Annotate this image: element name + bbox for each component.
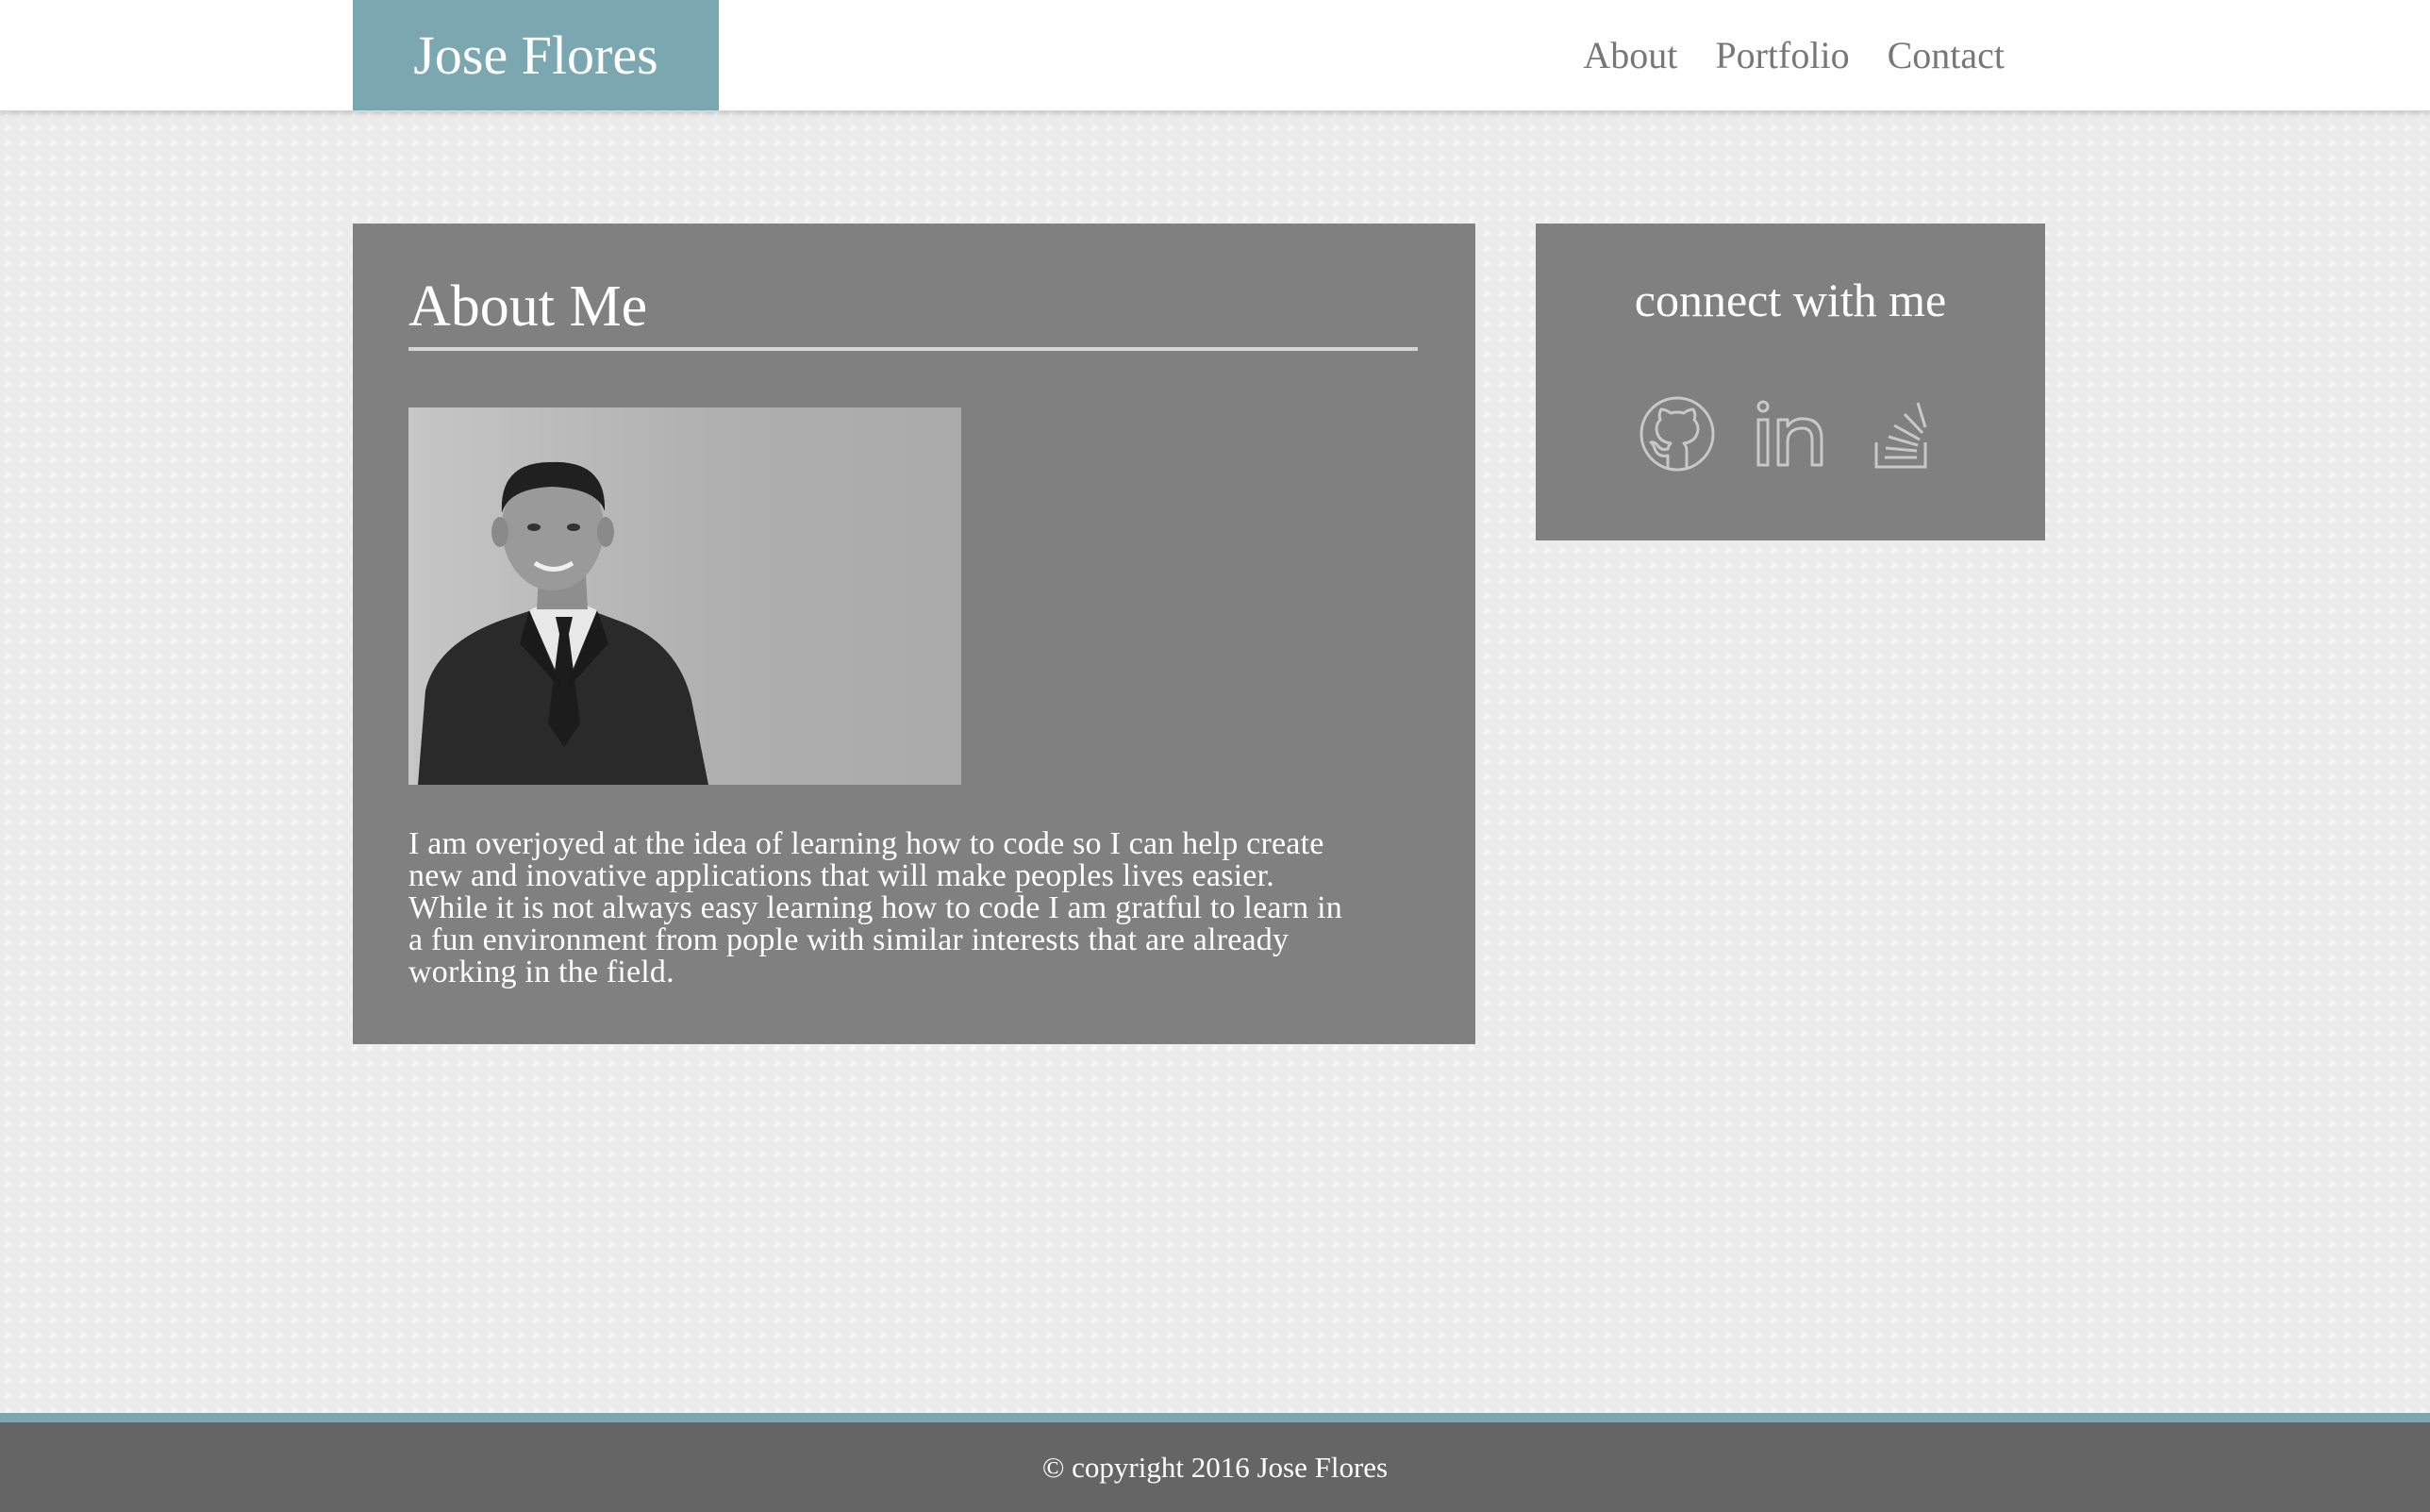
profile-photo-figure [418, 461, 708, 785]
nav-link-about[interactable]: About [1583, 33, 1677, 77]
github-link[interactable] [1637, 393, 1718, 474]
stack-overflow-icon [1874, 402, 1927, 469]
linkedin-link[interactable] [1750, 393, 1831, 474]
about-text: I am overjoyed at the idea of learning h… [408, 826, 1342, 989]
nav-link-portfolio[interactable]: Portfolio [1715, 33, 1849, 77]
linkedin-icon [1756, 400, 1823, 467]
connect-panel: connect with me [1536, 224, 2045, 540]
about-title: About Me [408, 277, 1418, 351]
stack-overflow-link[interactable] [1863, 393, 1944, 474]
social-links [1536, 393, 2045, 474]
copyright-text: © copyright 2016 Jose Flores [1041, 1451, 1389, 1484]
nav-link-contact[interactable]: Contact [1888, 33, 2005, 77]
main-nav: About Portfolio Contact [1583, 0, 2005, 110]
about-panel: About Me I am overjoyed at the idea of l… [353, 224, 1475, 1044]
connect-title: connect with me [1634, 274, 1947, 326]
profile-photo [408, 407, 961, 785]
github-icon [1639, 396, 1715, 472]
brand-logo-link[interactable]: Jose Flores [353, 0, 719, 110]
site-footer: © copyright 2016 Jose Flores [0, 1413, 2430, 1512]
site-header: Jose Flores About Portfolio Contact [0, 0, 2430, 111]
